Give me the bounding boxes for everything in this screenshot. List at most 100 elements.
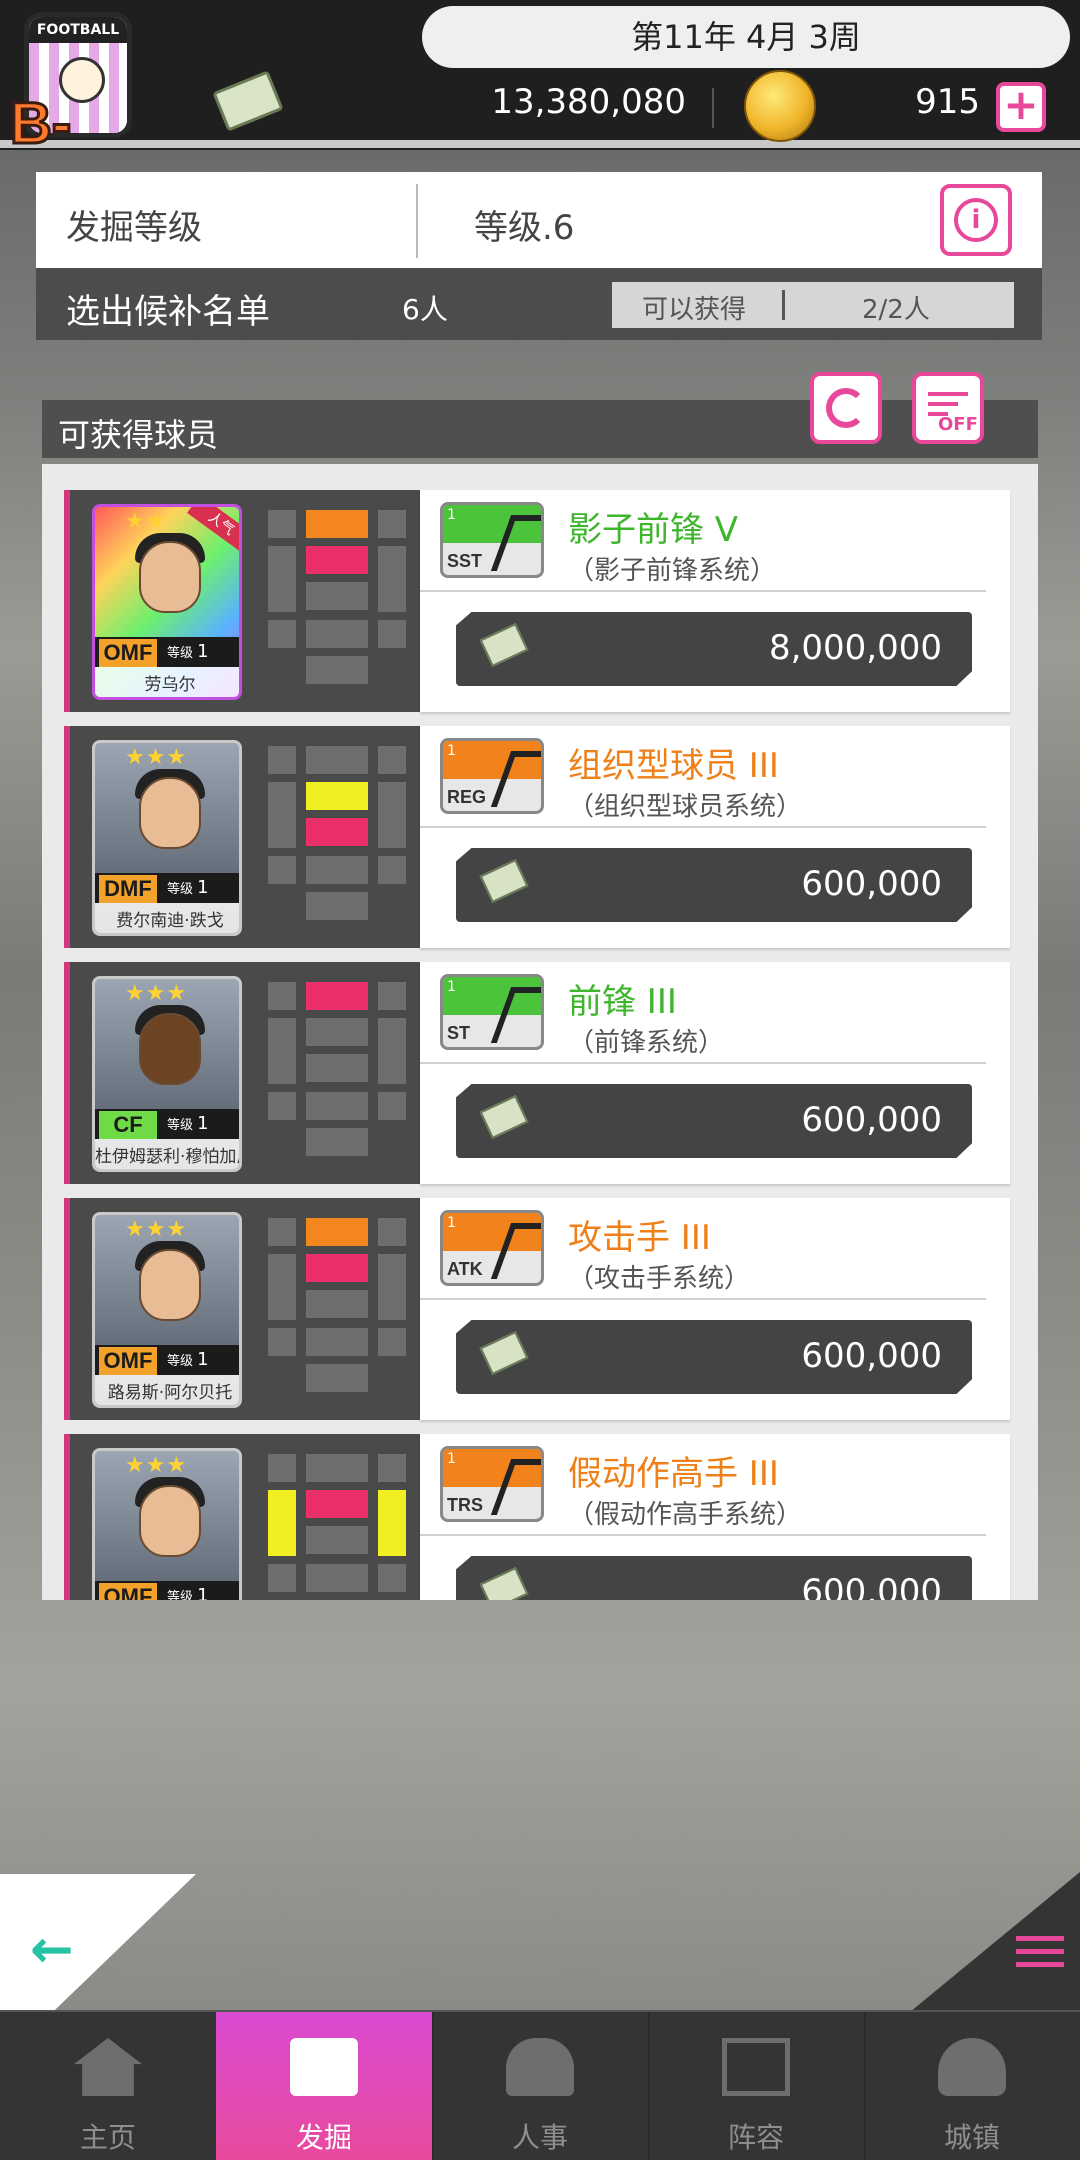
player-portrait — [139, 1485, 201, 1557]
nav-town[interactable]: 城镇 — [864, 2012, 1080, 2160]
position-tag: CF — [99, 1111, 157, 1139]
back-button[interactable]: ← — [0, 1874, 196, 2010]
top-bar-divider — [0, 140, 1080, 148]
position-cell — [268, 1454, 296, 1482]
position-cell — [378, 782, 406, 848]
position-cell — [268, 1328, 296, 1356]
money-icon — [212, 70, 284, 132]
row-divider — [420, 1062, 986, 1064]
player-row[interactable]: ★★★ OMF 等级 1 路易斯·阿尔贝托 1 ATK 攻击手 III （攻击手… — [64, 1198, 1010, 1420]
filter-button[interactable]: OFF — [912, 372, 984, 444]
position-cell — [306, 746, 368, 774]
position-cell — [306, 582, 368, 610]
player-price: 600,000 — [801, 1100, 942, 1140]
player-name: 费尔南迪·跌戈 — [95, 903, 239, 933]
player-row[interactable]: ★★ 人气 OMF 等级 1 劳乌尔 1 SST 影子前锋 V （影子前锋系统）… — [64, 490, 1010, 712]
level-label: 等级 — [167, 646, 194, 661]
buy-button[interactable]: 600,000 — [456, 1320, 972, 1394]
position-cell — [378, 982, 406, 1010]
top-bar: FOOTBALL B- 第11年 4月 3周 13,380,080 915 + — [0, 0, 1080, 158]
position-map — [268, 982, 408, 1172]
position-cell — [378, 1328, 406, 1356]
level-label: 等级 — [167, 882, 194, 897]
candidates-count: 6人 — [402, 293, 448, 326]
nav-home-label: 主页 — [79, 2121, 136, 2154]
player-card-area: ★★★ CF 等级 1 杜伊姆瑟利·穆怕加尼 — [64, 962, 420, 1184]
position-cell — [378, 1490, 406, 1556]
level-value: 1 — [197, 1349, 209, 1370]
position-cell — [306, 1092, 368, 1120]
star-rating: ★★ — [125, 509, 167, 534]
buy-button[interactable]: 600,000 — [456, 1084, 972, 1158]
position-cell — [268, 1254, 296, 1320]
nav-personnel[interactable]: 人事 — [432, 2012, 648, 2160]
position-cell — [306, 1490, 368, 1518]
club-logo-text: FOOTBALL — [29, 17, 127, 43]
position-cell — [378, 1254, 406, 1320]
position-cell — [378, 1564, 406, 1592]
position-tag: DMF — [99, 875, 157, 903]
candidates-bar: 选出候补名单 6人 可以获得 2/2人 — [36, 268, 1042, 340]
player-row[interactable]: ★★★ DMF 等级 1 费尔南迪·跌戈 1 REG 组织型球员 III （组织… — [64, 726, 1010, 948]
player-row[interactable]: ★★★ OMF 等级 1 1 TRS 假动作高手 III （假动作高手系统） 6… — [64, 1434, 1010, 1600]
position-cell — [306, 818, 368, 846]
position-cell — [378, 1018, 406, 1084]
level-value: 1 — [197, 1585, 209, 1600]
skill-level: 1 — [447, 743, 456, 759]
home-icon — [74, 2038, 142, 2096]
available-value: 2/2人 — [862, 295, 930, 325]
refresh-button[interactable] — [810, 372, 882, 444]
position-tag: OMF — [99, 1347, 157, 1375]
position-map — [268, 746, 408, 936]
available-divider — [782, 290, 785, 320]
nav-town-label: 城镇 — [943, 2121, 1000, 2154]
skill-badge: 1 ST — [440, 974, 544, 1050]
row-divider — [420, 826, 986, 828]
available-players-header: 可获得球员 — [42, 400, 1038, 458]
position-tag: OMF — [99, 1583, 157, 1600]
scout-level-value: 等级.6 — [474, 208, 575, 248]
nav-scout[interactable]: 发掘 — [216, 2012, 432, 2160]
gold-ball-icon — [744, 70, 816, 142]
menu-button[interactable] — [910, 1872, 1080, 2012]
skill-name: 攻击手 III — [568, 1218, 711, 1258]
field-icon — [722, 2038, 790, 2096]
filter-icon-line — [928, 402, 958, 406]
buy-button[interactable]: 600,000 — [456, 1556, 972, 1600]
skill-badge: 1 SST — [440, 502, 544, 578]
position-cell — [306, 1218, 368, 1246]
player-price: 600,000 — [801, 864, 942, 904]
player-card-area: ★★★ OMF 等级 1 路易斯·阿尔贝托 — [64, 1198, 420, 1420]
player-name: 路易斯·阿尔贝托 — [95, 1375, 239, 1405]
player-list[interactable]: ★★ 人气 OMF 等级 1 劳乌尔 1 SST 影子前锋 V （影子前锋系统）… — [42, 464, 1038, 1600]
position-cell — [306, 982, 368, 1010]
position-cell — [306, 1128, 368, 1156]
game-date: 第11年 4月 3周 — [422, 6, 1070, 68]
skill-badge: 1 TRS — [440, 1446, 544, 1522]
card-level: 等级 1 — [167, 1113, 209, 1134]
player-card[interactable]: ★★★ OMF 等级 1 路易斯·阿尔贝托 — [92, 1212, 242, 1408]
buy-button[interactable]: 600,000 — [456, 848, 972, 922]
position-cell — [306, 856, 368, 884]
player-row[interactable]: ★★★ CF 等级 1 杜伊姆瑟利·穆怕加尼 1 ST 前锋 III （前锋系统… — [64, 962, 1010, 1184]
player-card[interactable]: ★★★ CF 等级 1 杜伊姆瑟利·穆怕加尼 — [92, 976, 242, 1172]
player-card[interactable]: ★★★ DMF 等级 1 费尔南迪·跌戈 — [92, 740, 242, 936]
player-card[interactable]: ★★ 人气 OMF 等级 1 劳乌尔 — [92, 504, 242, 700]
nav-lineup[interactable]: 阵容 — [648, 2012, 864, 2160]
nav-home[interactable]: 主页 — [0, 2012, 216, 2160]
buy-button[interactable]: 8,000,000 — [456, 612, 972, 686]
add-coins-button[interactable]: + — [996, 82, 1046, 132]
position-cell — [268, 1490, 296, 1556]
nav-lineup-label: 阵容 — [727, 2121, 784, 2154]
position-map — [268, 1218, 408, 1408]
player-skill-area: 1 SST 影子前锋 V （影子前锋系统） 8,000,000 — [420, 490, 1010, 712]
position-cell — [306, 546, 368, 574]
player-price: 600,000 — [801, 1572, 942, 1600]
position-cell — [268, 746, 296, 774]
candidates-label: 选出候补名单 — [66, 292, 270, 332]
row-divider — [420, 1298, 986, 1300]
scout-badge-icon — [290, 2038, 358, 2096]
player-card[interactable]: ★★★ OMF 等级 1 — [92, 1448, 242, 1600]
level-value: 1 — [197, 641, 209, 662]
info-button[interactable]: i — [940, 184, 1012, 256]
